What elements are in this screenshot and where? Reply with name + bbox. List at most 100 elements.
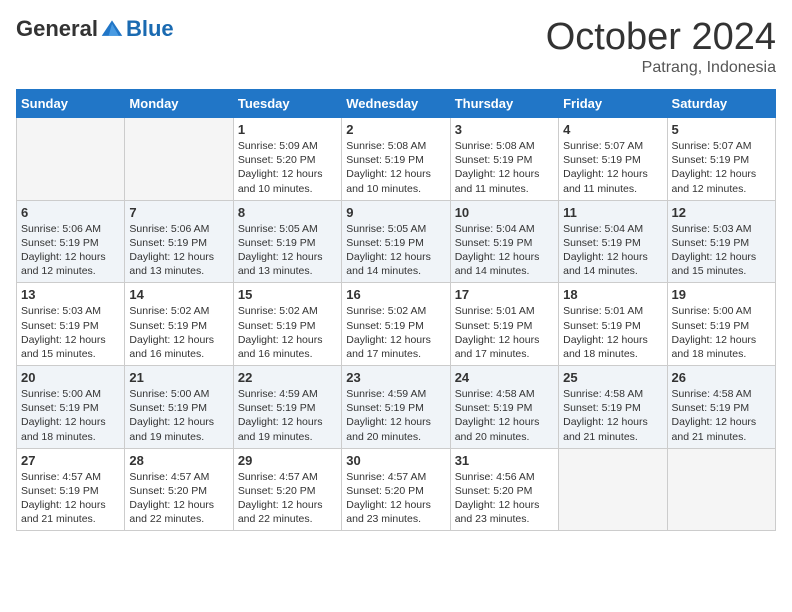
weekday-header: Monday — [125, 90, 233, 118]
day-info: Sunrise: 4:57 AM Sunset: 5:20 PM Dayligh… — [129, 470, 228, 527]
day-info: Sunrise: 5:02 AM Sunset: 5:19 PM Dayligh… — [129, 304, 228, 361]
day-number: 1 — [238, 122, 337, 137]
calendar-cell: 15Sunrise: 5:02 AM Sunset: 5:19 PM Dayli… — [233, 283, 341, 366]
day-number: 16 — [346, 287, 445, 302]
calendar-cell: 3 Sunrise: 5:08 AM Sunset: 5:19 PM Daylig… — [450, 118, 558, 201]
calendar-cell: 29 Sunrise: 4:57 AM Sunset: 5:20 PM Dayli… — [233, 448, 341, 531]
day-info: Sunrise: 4:58 AM Sunset: 5:19 PM Dayligh… — [672, 387, 771, 444]
calendar-cell: 12 Sunrise: 5:03 AM Sunset: 5:19 PM Dayli… — [667, 200, 775, 283]
calendar-cell: 17 Sunrise: 5:01 AM Sunset: 5:19 PM Dayli… — [450, 283, 558, 366]
day-number: 7 — [129, 205, 228, 220]
calendar-cell: 9 Sunrise: 5:05 AM Sunset: 5:19 PM Daylig… — [342, 200, 450, 283]
calendar-cell: 20Sunrise: 5:00 AM Sunset: 5:19 PM Dayli… — [17, 366, 125, 449]
day-info: Sunrise: 5:00 AM Sunset: 5:19 PM Dayligh… — [672, 304, 771, 361]
day-info: Sunrise: 4:58 AM Sunset: 5:19 PM Dayligh… — [455, 387, 554, 444]
day-number: 14 — [129, 287, 228, 302]
day-number: 30 — [346, 453, 445, 468]
calendar-cell: 13 Sunrise: 5:03 AM Sunset: 5:19 PM Dayli… — [17, 283, 125, 366]
day-info: Sunrise: 4:56 AM Sunset: 5:20 PM Dayligh… — [455, 470, 554, 527]
day-number: 9 — [346, 205, 445, 220]
day-info: Sunrise: 5:07 AM Sunset: 5:19 PM Dayligh… — [563, 139, 662, 196]
day-number: 29 — [238, 453, 337, 468]
day-number: 27 — [21, 453, 120, 468]
calendar-week-row: 6Sunrise: 5:06 AM Sunset: 5:19 PM Daylig… — [17, 200, 776, 283]
calendar-cell: 4 Sunrise: 5:07 AM Sunset: 5:19 PM Daylig… — [559, 118, 667, 201]
calendar-cell: 31 Sunrise: 4:56 AM Sunset: 5:20 PM Dayli… — [450, 448, 558, 531]
calendar-table: SundayMondayTuesdayWednesdayThursdayFrid… — [16, 89, 776, 531]
day-info: Sunrise: 4:57 AM Sunset: 5:20 PM Dayligh… — [238, 470, 337, 527]
logo: General Blue — [16, 16, 174, 42]
day-info: Sunrise: 5:03 AM Sunset: 5:19 PM Dayligh… — [672, 222, 771, 279]
day-number: 15 — [238, 287, 337, 302]
day-number: 23 — [346, 370, 445, 385]
day-info: Sunrise: 4:58 AM Sunset: 5:19 PM Dayligh… — [563, 387, 662, 444]
day-info: Sunrise: 5:01 AM Sunset: 5:19 PM Dayligh… — [455, 304, 554, 361]
calendar-cell: 23 Sunrise: 4:59 AM Sunset: 5:19 PM Dayli… — [342, 366, 450, 449]
day-info: Sunrise: 5:03 AM Sunset: 5:19 PM Dayligh… — [21, 304, 120, 361]
day-info: Sunrise: 5:04 AM Sunset: 5:19 PM Dayligh… — [563, 222, 662, 279]
page-header: General Blue October 2024 Patrang, Indon… — [16, 16, 776, 77]
calendar-cell: 16 Sunrise: 5:02 AM Sunset: 5:19 PM Dayli… — [342, 283, 450, 366]
day-number: 10 — [455, 205, 554, 220]
day-number: 8 — [238, 205, 337, 220]
day-info: Sunrise: 5:00 AM Sunset: 5:19 PM Dayligh… — [129, 387, 228, 444]
day-number: 21 — [129, 370, 228, 385]
calendar-cell: 18 Sunrise: 5:01 AM Sunset: 5:19 PM Dayli… — [559, 283, 667, 366]
day-info: Sunrise: 5:08 AM Sunset: 5:19 PM Dayligh… — [346, 139, 445, 196]
calendar-cell — [125, 118, 233, 201]
calendar-cell: 8Sunrise: 5:05 AM Sunset: 5:19 PM Daylig… — [233, 200, 341, 283]
day-info: Sunrise: 4:57 AM Sunset: 5:20 PM Dayligh… — [346, 470, 445, 527]
calendar-cell: 19 Sunrise: 5:00 AM Sunset: 5:19 PM Dayli… — [667, 283, 775, 366]
calendar-cell — [559, 448, 667, 531]
day-number: 11 — [563, 205, 662, 220]
calendar-cell: 5Sunrise: 5:07 AM Sunset: 5:19 PM Daylig… — [667, 118, 775, 201]
calendar-cell: 6Sunrise: 5:06 AM Sunset: 5:19 PM Daylig… — [17, 200, 125, 283]
calendar-cell: 11 Sunrise: 5:04 AM Sunset: 5:19 PM Dayli… — [559, 200, 667, 283]
day-info: Sunrise: 5:00 AM Sunset: 5:19 PM Dayligh… — [21, 387, 120, 444]
calendar-cell: 7 Sunrise: 5:06 AM Sunset: 5:19 PM Daylig… — [125, 200, 233, 283]
calendar-week-row: 27 Sunrise: 4:57 AM Sunset: 5:19 PM Dayli… — [17, 448, 776, 531]
day-info: Sunrise: 5:01 AM Sunset: 5:19 PM Dayligh… — [563, 304, 662, 361]
calendar-week-row: 1 Sunrise: 5:09 AM Sunset: 5:20 PM Daylig… — [17, 118, 776, 201]
logo-icon — [100, 17, 124, 41]
day-number: 12 — [672, 205, 771, 220]
day-number: 24 — [455, 370, 554, 385]
calendar-cell: 26Sunrise: 4:58 AM Sunset: 5:19 PM Dayli… — [667, 366, 775, 449]
logo-general-text: General — [16, 16, 98, 42]
day-info: Sunrise: 4:57 AM Sunset: 5:19 PM Dayligh… — [21, 470, 120, 527]
weekday-header: Saturday — [667, 90, 775, 118]
calendar-cell: 14 Sunrise: 5:02 AM Sunset: 5:19 PM Dayli… — [125, 283, 233, 366]
day-number: 31 — [455, 453, 554, 468]
day-number: 17 — [455, 287, 554, 302]
day-number: 3 — [455, 122, 554, 137]
day-info: Sunrise: 5:05 AM Sunset: 5:19 PM Dayligh… — [346, 222, 445, 279]
day-info: Sunrise: 4:59 AM Sunset: 5:19 PM Dayligh… — [346, 387, 445, 444]
day-info: Sunrise: 5:08 AM Sunset: 5:19 PM Dayligh… — [455, 139, 554, 196]
day-number: 4 — [563, 122, 662, 137]
day-info: Sunrise: 5:04 AM Sunset: 5:19 PM Dayligh… — [455, 222, 554, 279]
weekday-header: Wednesday — [342, 90, 450, 118]
weekday-header: Tuesday — [233, 90, 341, 118]
day-number: 28 — [129, 453, 228, 468]
calendar-cell: 1 Sunrise: 5:09 AM Sunset: 5:20 PM Daylig… — [233, 118, 341, 201]
logo-blue-text: Blue — [126, 16, 174, 42]
day-number: 13 — [21, 287, 120, 302]
day-number: 22 — [238, 370, 337, 385]
calendar-week-row: 20Sunrise: 5:00 AM Sunset: 5:19 PM Dayli… — [17, 366, 776, 449]
calendar-cell: 25Sunrise: 4:58 AM Sunset: 5:19 PM Dayli… — [559, 366, 667, 449]
calendar-week-row: 13 Sunrise: 5:03 AM Sunset: 5:19 PM Dayli… — [17, 283, 776, 366]
day-info: Sunrise: 5:09 AM Sunset: 5:20 PM Dayligh… — [238, 139, 337, 196]
day-info: Sunrise: 5:02 AM Sunset: 5:19 PM Dayligh… — [346, 304, 445, 361]
calendar-cell: 30 Sunrise: 4:57 AM Sunset: 5:20 PM Dayli… — [342, 448, 450, 531]
title-block: October 2024 Patrang, Indonesia — [546, 16, 776, 77]
calendar-cell: 10 Sunrise: 5:04 AM Sunset: 5:19 PM Dayli… — [450, 200, 558, 283]
calendar-cell: 24 Sunrise: 4:58 AM Sunset: 5:19 PM Dayli… — [450, 366, 558, 449]
weekday-header: Sunday — [17, 90, 125, 118]
weekday-header: Friday — [559, 90, 667, 118]
calendar-cell: 28 Sunrise: 4:57 AM Sunset: 5:20 PM Dayli… — [125, 448, 233, 531]
day-number: 18 — [563, 287, 662, 302]
month-title: October 2024 — [546, 16, 776, 59]
day-info: Sunrise: 5:06 AM Sunset: 5:19 PM Dayligh… — [129, 222, 228, 279]
day-info: Sunrise: 5:06 AM Sunset: 5:19 PM Dayligh… — [21, 222, 120, 279]
day-number: 19 — [672, 287, 771, 302]
